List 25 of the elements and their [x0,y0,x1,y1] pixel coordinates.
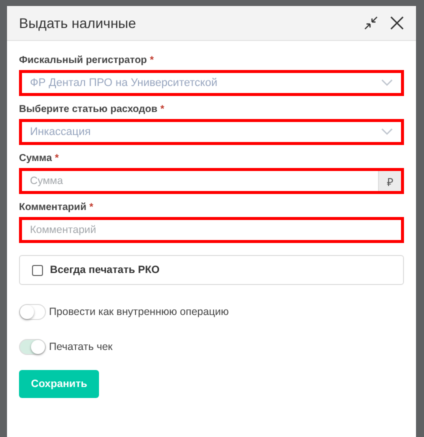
checkbox-label: Всегда печатать РКО [50,264,160,276]
field-label: Сумма [19,153,52,164]
collapse-icon[interactable] [364,16,378,30]
dialog-title: Выдать наличные [19,15,138,31]
toggle-label: Провести как внутреннюю операцию [49,306,229,318]
save-button[interactable]: Сохранить [19,370,100,398]
toggle-switch[interactable] [19,304,46,320]
select-field[interactable]: ФР Дентал ПРО на Университетской [19,70,404,96]
field-label: Фискальный регистратор [19,55,147,66]
select-field[interactable]: Инкассация [19,119,404,145]
required-mark: * [54,153,59,164]
checkbox[interactable] [32,264,43,276]
close-icon[interactable] [390,16,404,30]
amount-input-group[interactable]: Сумма ₽ [19,168,404,194]
field-label: Комментарий [19,202,86,213]
field-label: Выберите статью расходов [19,104,158,115]
currency-addon: ₽ [378,171,401,191]
chevron-down-icon[interactable] [381,128,393,136]
required-mark: * [150,55,154,66]
toggle-switch[interactable] [19,339,46,355]
chevron-down-icon[interactable] [381,79,393,87]
required-mark: * [160,104,164,115]
required-mark: * [89,202,94,213]
toggle-label: Печатать чек [49,341,113,353]
comment-field[interactable]: Комментарий [19,217,404,243]
